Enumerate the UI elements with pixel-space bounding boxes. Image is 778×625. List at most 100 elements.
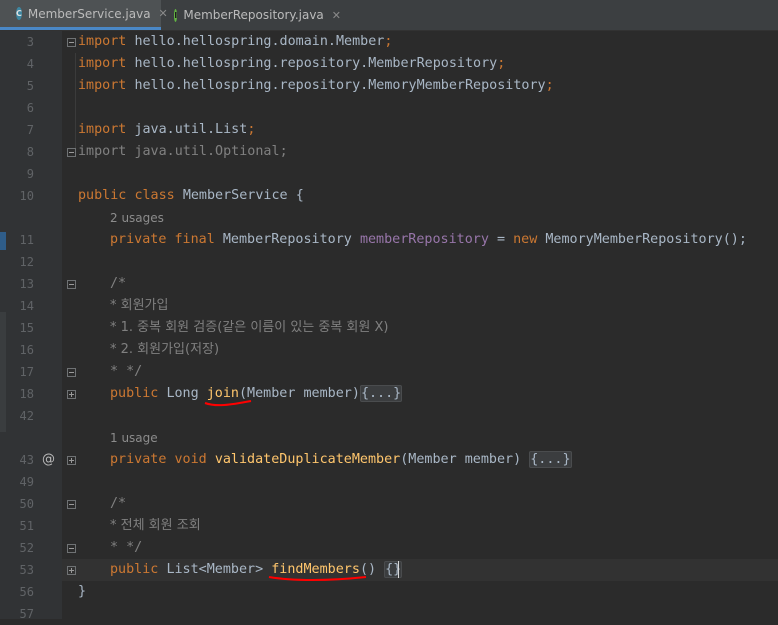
line-number: 8	[26, 145, 34, 159]
code-line: 49	[0, 471, 778, 493]
type: Long	[166, 386, 199, 401]
line-number: 52	[19, 541, 34, 555]
parameters: (Member member)	[239, 386, 360, 401]
keyword: import	[78, 144, 127, 159]
close-icon[interactable]: ✕	[332, 9, 341, 22]
identifier: hello.hellospring.repository.MemberRepos…	[134, 56, 498, 71]
class-name: MemberService	[182, 188, 288, 203]
method-name: validateDuplicateMember	[214, 452, 401, 467]
constructor-call: MemoryMemberRepository();	[545, 232, 747, 247]
line-number: 53	[19, 563, 34, 577]
semicolon: ;	[384, 34, 393, 49]
code-line: 9	[0, 163, 778, 185]
line-number: 3	[26, 35, 34, 49]
keyword: final	[174, 232, 215, 247]
code-line: 13 /*	[0, 273, 778, 295]
tab-member-repository[interactable]: I MemberRepository.java ✕	[161, 0, 341, 30]
line-number: 9	[26, 167, 34, 181]
text-cursor	[398, 561, 399, 578]
code-line: 56 }	[0, 581, 778, 603]
keyword: void	[174, 452, 207, 467]
line-number: 16	[19, 343, 34, 357]
usages-gutter-icon[interactable]: @	[42, 449, 55, 471]
line-number: 56	[19, 585, 34, 599]
editor-tab-bar: C MemberService.java ✕ I MemberRepositor…	[0, 0, 778, 31]
keyword: public	[110, 562, 159, 577]
expand-icon[interactable]	[67, 456, 76, 465]
fold-icon[interactable]	[67, 544, 76, 553]
line-number: 12	[19, 255, 34, 269]
code-text[interactable]: import hello.hellospring.repository.Memb…	[78, 53, 505, 75]
fold-icon[interactable]	[67, 148, 76, 157]
inlay-hint-row: 2 usages	[0, 207, 778, 229]
fold-icon[interactable]	[67, 368, 76, 377]
expand-icon[interactable]	[67, 390, 76, 399]
code-text[interactable]: private void validateDuplicateMember(Mem…	[110, 449, 572, 471]
line-number: 4	[26, 57, 34, 71]
keyword: private	[110, 452, 167, 467]
fold-icon[interactable]	[67, 38, 76, 47]
folded-region[interactable]: {...}	[359, 385, 403, 402]
comment[interactable]: * 회원가입	[110, 295, 168, 317]
class-icon: C	[16, 7, 22, 20]
folded-region[interactable]: {...}	[529, 451, 572, 468]
comment[interactable]: /*	[110, 273, 126, 295]
code-line: 5 import hello.hellospring.repository.Me…	[0, 75, 778, 97]
code-text[interactable]: public class MemberService {	[78, 185, 304, 207]
code-line: 52 * */	[0, 537, 778, 559]
expand-icon[interactable]	[67, 566, 76, 575]
comment[interactable]: * 1. 중복 회원 검증(같은 이름이 있는 중복 회원 X)	[110, 317, 388, 339]
comment[interactable]: * */	[110, 537, 142, 559]
identifier: java.util.Optional	[134, 144, 280, 159]
line-number: 13	[19, 277, 34, 291]
code-text[interactable]: private final MemberRepository memberRep…	[110, 229, 747, 251]
code-line: 43 @ private void validateDuplicateMembe…	[0, 449, 778, 471]
usages-hint[interactable]: 1 usage	[110, 427, 158, 449]
keyword: new	[513, 232, 538, 247]
keyword: import	[78, 34, 127, 49]
comment[interactable]: * */	[110, 361, 142, 383]
line-number: 15	[19, 321, 34, 335]
semicolon: ;	[545, 78, 554, 93]
fold-icon[interactable]	[67, 280, 76, 289]
field-name: memberRepository	[359, 232, 489, 247]
line-number: 5	[26, 79, 34, 93]
usages-hint[interactable]: 2 usages	[110, 207, 164, 229]
tab-member-service[interactable]: C MemberService.java ✕	[0, 0, 168, 30]
keyword: private	[110, 232, 167, 247]
tab-label: MemberService.java	[27, 6, 151, 21]
keyword: import	[78, 56, 127, 71]
method-body[interactable]: {}	[384, 561, 403, 578]
semicolon: ;	[497, 56, 506, 71]
comment[interactable]: * 2. 회원가입(저장)	[110, 339, 219, 361]
code-line: 53 public List<Member> findMembers() {}	[0, 559, 778, 581]
identifier: java.util.List	[134, 122, 248, 137]
code-line: 57	[0, 603, 778, 625]
line-number: 6	[26, 101, 34, 115]
brace[interactable]: }	[78, 581, 86, 603]
keyword: public	[110, 386, 159, 401]
keyword: public	[78, 188, 127, 203]
brace: {	[295, 188, 304, 203]
comment[interactable]: /*	[110, 493, 126, 515]
line-number: 10	[19, 189, 34, 203]
code-text[interactable]: import java.util.Optional;	[78, 141, 288, 163]
parameters: (Member member)	[400, 452, 522, 467]
code-line: 51 * 전체 회원 조회	[0, 515, 778, 537]
code-text[interactable]: import java.util.List;	[78, 119, 255, 141]
semicolon: ;	[247, 122, 256, 137]
code-line: 42	[0, 405, 778, 427]
line-number: 17	[19, 365, 34, 379]
line-number: 18	[19, 387, 34, 401]
fold-icon[interactable]	[67, 500, 76, 509]
code-line: 14 * 회원가입	[0, 295, 778, 317]
line-number: 49	[19, 475, 34, 489]
code-text[interactable]: public Long join(Member member){...}	[110, 383, 403, 405]
code-text[interactable]: import hello.hellospring.domain.Member;	[78, 31, 392, 53]
code-line: 50 /*	[0, 493, 778, 515]
code-line: 6	[0, 97, 778, 119]
comment[interactable]: * 전체 회원 조회	[110, 515, 201, 537]
code-line: 15 * 1. 중복 회원 검증(같은 이름이 있는 중복 회원 X)	[0, 317, 778, 339]
keyword: import	[78, 78, 127, 93]
code-text[interactable]: import hello.hellospring.repository.Memo…	[78, 75, 554, 97]
